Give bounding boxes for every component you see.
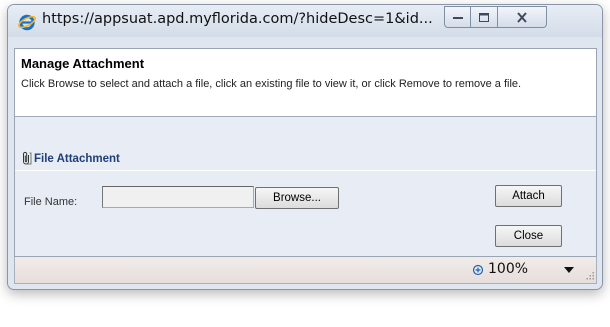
attach-button[interactable]: Attach [495, 185, 562, 207]
file-name-label: File Name: [24, 196, 78, 208]
internet-explorer-icon [18, 14, 36, 31]
close-window-button[interactable] [498, 6, 547, 28]
paperclip-icon [23, 151, 32, 165]
title-bar[interactable]: https://appsuat.apd.myflorida.com/?hideD… [8, 5, 602, 37]
maximize-icon [479, 12, 489, 22]
dialog-header: Manage Attachment Click Browse to select… [15, 49, 596, 117]
status-bar: 100% [14, 257, 597, 284]
minimize-icon [452, 17, 463, 19]
browser-popup-window: https://appsuat.apd.myflorida.com/?hideD… [7, 4, 603, 290]
zoom-icon [472, 264, 484, 276]
file-name-input[interactable] [102, 186, 254, 208]
browse-button[interactable]: Browse... [255, 187, 339, 209]
zoom-level[interactable]: 100% [488, 261, 528, 277]
section-title: File Attachment [34, 153, 120, 165]
maximize-button[interactable] [471, 6, 498, 28]
page-content: Manage Attachment Click Browse to select… [14, 48, 597, 257]
resize-grip-icon[interactable] [585, 271, 595, 281]
window-controls [444, 6, 547, 28]
window-title: https://appsuat.apd.myflorida.com/?hideD… [42, 11, 433, 27]
close-button[interactable]: Close [495, 225, 562, 247]
minimize-button[interactable] [444, 6, 471, 28]
dialog-description: Click Browse to select and attach a file… [21, 78, 522, 90]
close-icon [517, 11, 527, 23]
section-divider [15, 170, 596, 171]
zoom-dropdown-caret[interactable] [564, 267, 574, 273]
dialog-title: Manage Attachment [21, 56, 145, 71]
